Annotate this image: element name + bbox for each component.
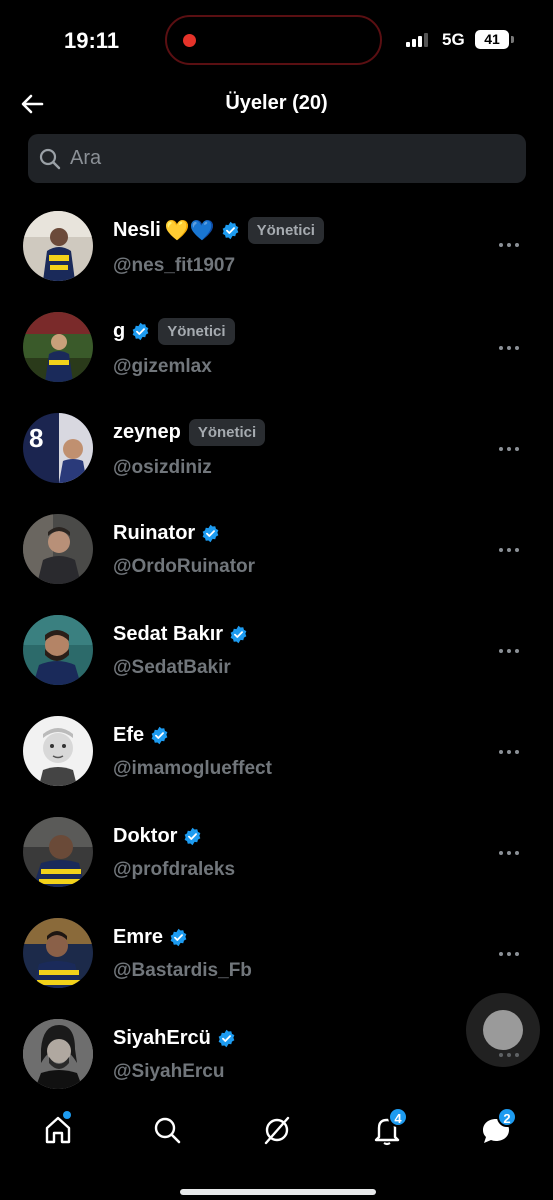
role-badge: Yönetici (247, 216, 324, 244)
member-name-row: g Yönetici (113, 316, 235, 346)
messages-badge: 2 (497, 1107, 517, 1127)
member-emoji: 💛💙 (164, 219, 215, 242)
more-options-icon[interactable] (499, 441, 523, 457)
more-options-icon[interactable] (499, 643, 523, 659)
member-row[interactable]: Nesli 💛💙 Yönetici @nes_fit1907 (0, 207, 553, 307)
nav-notifications[interactable]: 4 (370, 1107, 408, 1147)
member-name: SiyahErcü (113, 1026, 211, 1049)
unread-dot (63, 1111, 71, 1119)
member-handle: @imamoglueffect (113, 758, 272, 779)
avatar[interactable] (23, 1019, 93, 1089)
member-name-row: SiyahErcü (113, 1023, 236, 1053)
member-handle: @profdraleks (113, 859, 236, 880)
nav-home[interactable] (41, 1111, 75, 1147)
avatar[interactable] (23, 716, 93, 786)
verified-badge-icon (151, 726, 168, 744)
member-name: Ruinator (113, 521, 196, 544)
member-row[interactable]: g Yönetici @gizemlax (0, 308, 553, 408)
more-options-icon[interactable] (499, 845, 523, 861)
verified-badge-icon (222, 221, 238, 239)
role-badge: Yönetici (158, 317, 235, 345)
member-name-row: Sedat Bakır (113, 619, 248, 649)
verified-badge-icon (185, 827, 201, 845)
member-name: Doktor (113, 824, 178, 847)
nav-grok[interactable] (260, 1113, 294, 1147)
nav-search[interactable] (150, 1113, 184, 1147)
dynamic-island (165, 15, 382, 65)
recording-indicator-icon (183, 34, 196, 47)
avatar[interactable] (23, 211, 93, 281)
avatar[interactable] (23, 615, 93, 685)
signal-icon (406, 33, 434, 47)
notification-badge: 4 (388, 1107, 408, 1127)
member-row[interactable]: Doktor @profdraleks (0, 813, 553, 913)
member-name: Emre (113, 925, 164, 948)
member-handle: @osizdiniz (113, 457, 212, 478)
member-name-row: Emre (113, 922, 188, 952)
member-handle: @Bastardis_Fb (113, 960, 252, 981)
verified-badge-icon (132, 322, 149, 340)
assistive-touch-button[interactable] (466, 993, 540, 1067)
grok-icon (264, 1116, 290, 1145)
more-options-icon[interactable] (499, 237, 523, 253)
member-row[interactable]: Efe @imamoglueffect (0, 712, 553, 812)
more-options-icon[interactable] (499, 946, 523, 962)
assistive-touch-inner (483, 1010, 523, 1050)
avatar[interactable] (23, 817, 93, 887)
member-name-row: zeynep Yönetici (113, 417, 266, 447)
battery-icon: 41 (475, 30, 509, 49)
home-icon (45, 1116, 71, 1144)
nav-messages[interactable]: 2 (479, 1107, 517, 1147)
member-name: Nesli (113, 218, 161, 241)
search-icon (154, 1117, 181, 1144)
status-bar: 19:11 5G 41 (0, 0, 553, 80)
avatar[interactable] (23, 312, 93, 382)
verified-badge-icon (202, 524, 219, 542)
role-badge: Yönetici (188, 418, 266, 446)
member-name-row: Doktor (113, 821, 202, 851)
member-name-row: Nesli 💛💙 Yönetici (113, 215, 324, 245)
home-indicator (180, 1189, 376, 1195)
verified-badge-icon (170, 928, 187, 946)
member-row[interactable]: Sedat Bakır @SedatBakir (0, 611, 553, 711)
avatar[interactable]: 8 (23, 413, 93, 483)
member-handle: @gizemlax (113, 356, 212, 377)
avatar[interactable] (23, 918, 93, 988)
search-input[interactable] (70, 134, 510, 183)
member-name-row: Ruinator (113, 518, 220, 548)
member-name: g (113, 319, 126, 342)
member-row[interactable]: Ruinator @OrdoRuinator (0, 510, 553, 610)
more-options-icon[interactable] (499, 340, 523, 356)
member-name: Sedat Bakır (113, 622, 224, 645)
page-title: Üyeler (20) (225, 92, 328, 114)
member-name-row: Efe (113, 720, 169, 750)
search-bar[interactable] (28, 134, 526, 183)
more-options-icon[interactable] (499, 542, 523, 558)
avatar[interactable] (23, 514, 93, 584)
member-name: zeynep (113, 420, 181, 443)
member-handle: @SiyahErcu (113, 1061, 225, 1082)
search-icon (39, 148, 61, 170)
member-handle: @SedatBakir (113, 657, 231, 678)
member-handle: @nes_fit1907 (113, 255, 236, 276)
more-options-icon[interactable] (499, 744, 523, 760)
member-handle: @OrdoRuinator (113, 556, 256, 577)
member-row[interactable]: Emre @Bastardis_Fb (0, 914, 553, 1014)
bottom-nav: 4 2 (0, 1100, 553, 1170)
member-row[interactable]: 8 zeynep Yönetici @osizdiniz (0, 409, 553, 509)
status-time: 19:11 (64, 28, 120, 53)
svg-text:8: 8 (29, 423, 43, 453)
member-name: Efe (113, 723, 145, 746)
network-label: 5G (442, 30, 465, 49)
verified-badge-icon (230, 625, 247, 643)
verified-badge-icon (218, 1029, 235, 1047)
battery-tip (511, 36, 514, 43)
